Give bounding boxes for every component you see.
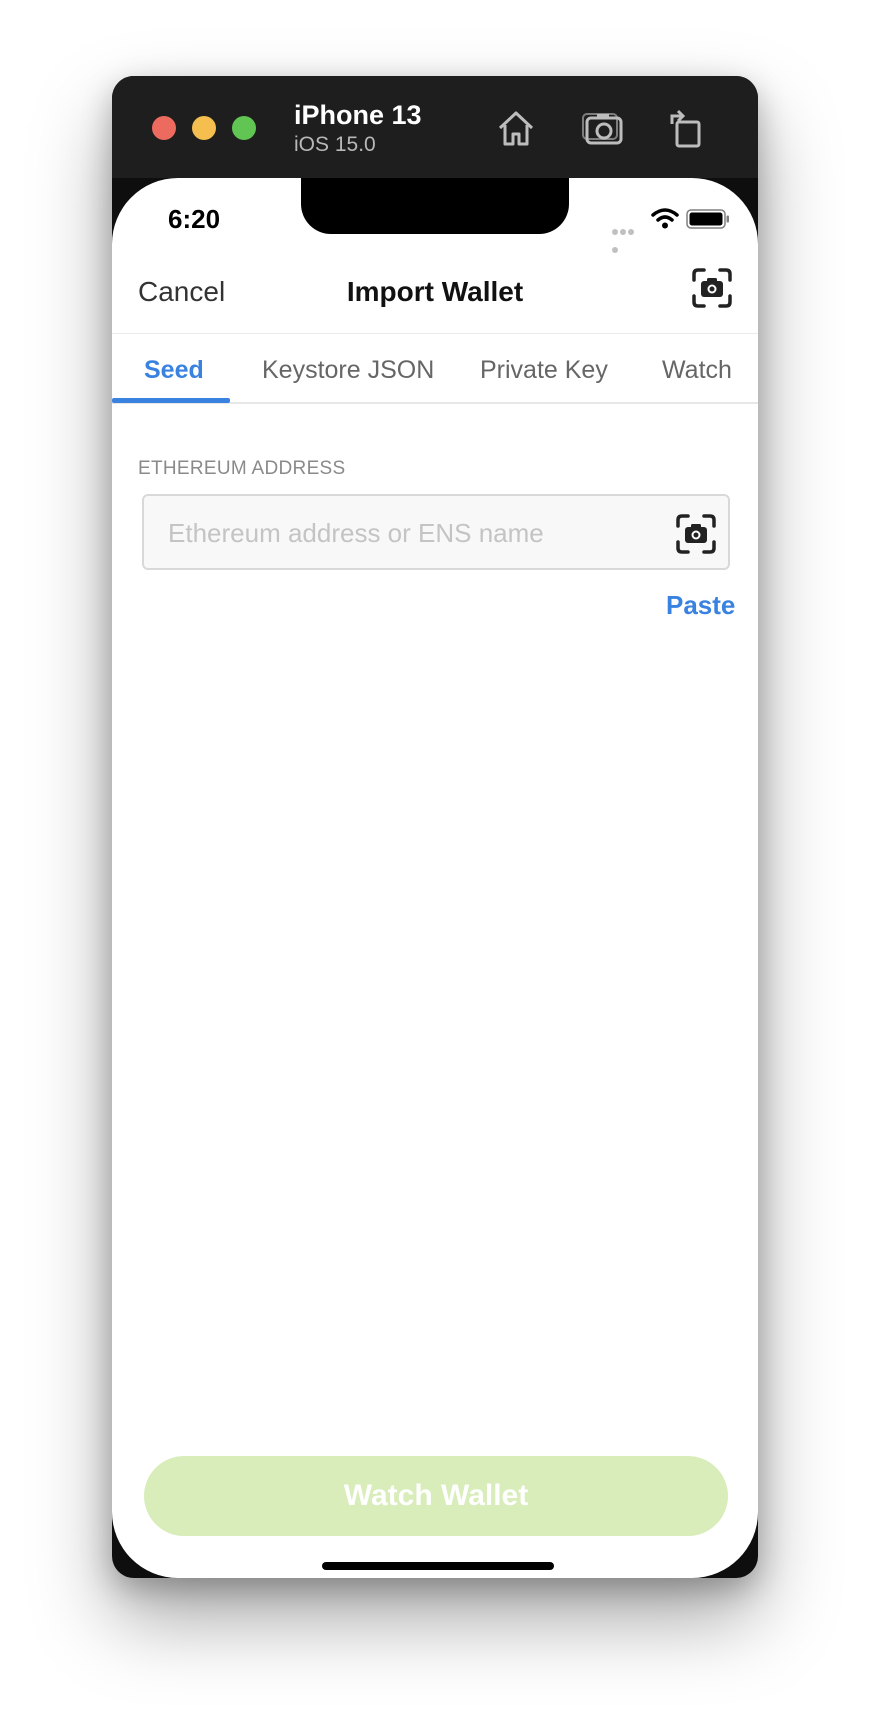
battery-icon (686, 209, 730, 229)
qr-scan-icon[interactable] (690, 266, 734, 310)
import-method-tabs: Seed Keystore JSON Private Key Watch (112, 334, 758, 404)
page-title: Import Wallet (346, 276, 524, 307)
watch-wallet-button[interactable]: Watch Wallet (144, 1456, 728, 1536)
signal-icon (612, 222, 642, 253)
simulator-window: iPhone 13 iOS 15.0 6:20 Cancel Import Wa… (112, 76, 758, 1578)
tab-watch[interactable]: Watch (662, 356, 732, 385)
address-field-container (142, 494, 730, 570)
active-tab-indicator (112, 398, 230, 403)
address-input[interactable] (168, 514, 648, 552)
status-time: 6:20 (168, 204, 221, 234)
tab-keystore-json[interactable]: Keystore JSON (262, 356, 434, 385)
close-window-button[interactable] (152, 116, 176, 140)
device-notch (301, 178, 569, 234)
screenshot-icon[interactable] (580, 104, 628, 152)
tab-seed[interactable]: Seed (144, 356, 204, 385)
tab-private-key[interactable]: Private Key (480, 356, 608, 385)
device-screen: 6:20 Cancel Import Wallet Seed Keystore … (112, 178, 758, 1578)
rotate-icon[interactable] (662, 104, 710, 152)
zoom-window-button[interactable] (232, 116, 256, 140)
paste-button[interactable]: Paste (666, 590, 735, 621)
wifi-icon (650, 206, 680, 230)
navigation-bar: Cancel Import Wallet (112, 252, 758, 334)
address-field-label: ETHEREUM ADDRESS (138, 458, 346, 479)
home-icon[interactable] (492, 104, 540, 152)
simulator-titlebar: iPhone 13 iOS 15.0 (112, 76, 758, 178)
minimize-window-button[interactable] (192, 116, 216, 140)
device-name: iPhone 13 (294, 100, 422, 130)
os-version: iOS 15.0 (294, 133, 376, 156)
home-indicator (322, 1562, 554, 1570)
address-scan-icon[interactable] (674, 512, 718, 556)
